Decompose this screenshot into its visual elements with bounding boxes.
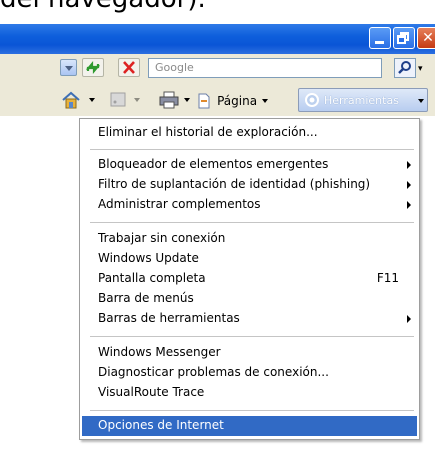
minimize-icon xyxy=(375,41,384,44)
search-input[interactable]: Google xyxy=(148,58,382,78)
menu-item-shortcut: F11 xyxy=(376,271,399,285)
address-dropdown-button[interactable] xyxy=(60,59,77,76)
submenu-arrow-icon xyxy=(407,201,411,209)
submenu-arrow-icon xyxy=(407,315,411,323)
restore-icon-back xyxy=(397,35,406,44)
restore-button[interactable] xyxy=(393,27,415,49)
search-icon xyxy=(398,61,411,74)
search-options-arrow[interactable]: ▾ xyxy=(418,64,423,74)
menu-item-toolbars[interactable]: Barras de herramientas xyxy=(82,309,417,329)
menu-separator xyxy=(90,410,414,411)
menu-item-label: VisualRoute Trace xyxy=(98,385,205,399)
print-button[interactable] xyxy=(158,90,180,110)
menu-item-popup-blocker[interactable]: Bloqueador de elementos emergentes xyxy=(82,155,417,175)
menu-item-label: Windows Update xyxy=(98,251,199,265)
menu-item-work-offline[interactable]: Trabajar sin conexión xyxy=(82,229,417,249)
refresh-button[interactable] xyxy=(82,58,104,77)
home-icon xyxy=(62,91,80,109)
page-edge xyxy=(428,116,435,464)
menu-separator xyxy=(90,336,414,337)
chevron-down-icon xyxy=(65,66,73,71)
menu-item-windows-messenger[interactable]: Windows Messenger xyxy=(82,343,417,363)
menu-item-label: Filtro de suplantación de identidad (phi… xyxy=(98,177,371,191)
menu-item-label: Bloqueador de elementos emergentes xyxy=(98,157,329,171)
menu-item-phishing-filter[interactable]: Filtro de suplantación de identidad (phi… xyxy=(82,175,417,195)
close-button[interactable]: ✕ xyxy=(417,27,435,49)
feeds-button[interactable] xyxy=(109,90,127,110)
address-row: Google ▾ xyxy=(0,54,435,82)
menu-item-windows-update[interactable]: Windows Update xyxy=(82,249,417,269)
window-titlebar: ✕ xyxy=(0,24,435,54)
menu-item-label: Windows Messenger xyxy=(98,345,221,359)
home-dropdown-arrow[interactable] xyxy=(89,98,95,102)
search-button[interactable] xyxy=(394,58,416,78)
tools-menu-button[interactable]: Herramientas xyxy=(298,88,428,112)
printer-icon xyxy=(159,91,179,109)
menu-separator xyxy=(90,149,414,150)
menu-item-menu-bar[interactable]: Barra de menús xyxy=(82,289,417,309)
menu-item-label: Barra de menús xyxy=(98,291,194,305)
menu-item-label: Trabajar sin conexión xyxy=(98,231,226,245)
home-button[interactable] xyxy=(60,90,82,110)
submenu-arrow-icon xyxy=(407,181,411,189)
page-dropdown-arrow xyxy=(262,98,269,103)
menu-item-label: Pantalla completa xyxy=(98,271,206,285)
gear-icon xyxy=(305,93,319,107)
search-placeholder: Google xyxy=(155,61,194,74)
page-icon xyxy=(198,93,210,108)
tools-menu-label: Herramientas xyxy=(324,94,399,107)
tools-dropdown-menu: Eliminar el historial de exploración... … xyxy=(79,118,420,440)
menu-item-delete-history[interactable]: Eliminar el historial de exploración... xyxy=(82,123,417,143)
feeds-icon xyxy=(110,92,126,107)
menu-separator xyxy=(90,222,414,223)
menu-item-diagnose-connection[interactable]: Diagnosticar problemas de conexión... xyxy=(82,363,417,383)
menu-item-full-screen[interactable]: Pantalla completa F11 xyxy=(82,269,417,289)
menu-item-internet-options[interactable]: Opciones de Internet xyxy=(82,416,417,436)
page-menu-label: Página xyxy=(217,94,258,108)
menu-item-visualroute-trace[interactable]: VisualRoute Trace xyxy=(82,383,417,403)
minimize-button[interactable] xyxy=(369,27,391,49)
menu-item-label: Barras de herramientas xyxy=(98,311,240,325)
menu-item-label: Administrar complementos xyxy=(98,197,261,211)
print-dropdown-arrow[interactable] xyxy=(184,98,190,102)
menu-item-label: Eliminar el historial de exploración... xyxy=(98,125,318,139)
stop-button[interactable] xyxy=(118,58,140,77)
menu-item-label: Opciones de Internet xyxy=(98,418,224,432)
feeds-dropdown-arrow[interactable] xyxy=(134,98,140,102)
menu-item-label: Diagnosticar problemas de conexión... xyxy=(98,365,329,379)
command-bar: Página Herramientas xyxy=(0,82,435,116)
page-caption: del navegador). xyxy=(0,0,206,14)
stop-icon xyxy=(123,61,135,74)
tools-dropdown-arrow xyxy=(418,99,424,103)
menu-item-manage-addons[interactable]: Administrar complementos xyxy=(82,195,417,215)
submenu-arrow-icon xyxy=(407,161,411,169)
refresh-icon xyxy=(86,60,100,75)
close-icon: ✕ xyxy=(422,30,434,46)
page-menu-button[interactable]: Página xyxy=(196,90,269,110)
